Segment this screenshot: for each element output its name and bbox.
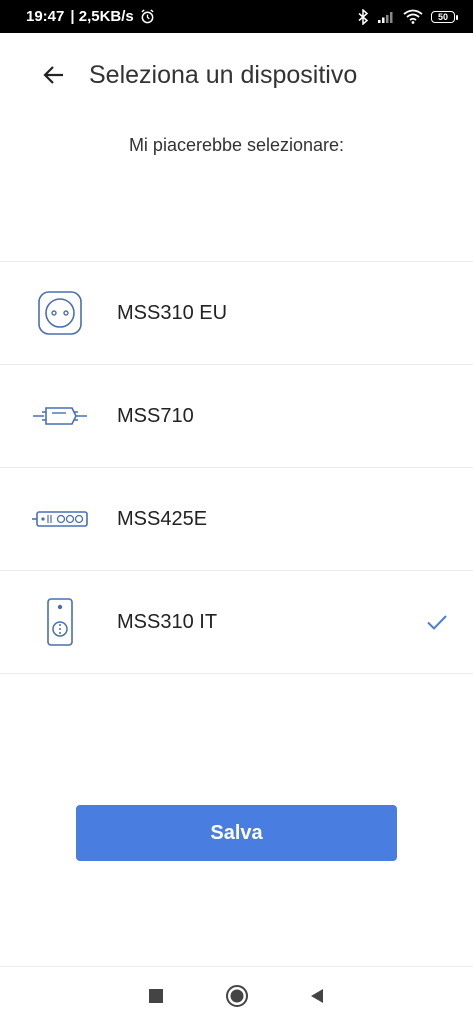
eu-plug-icon	[30, 288, 90, 338]
subtitle: Mi piacerebbe selezionare:	[128, 135, 345, 155]
home-button[interactable]	[222, 981, 252, 1011]
device-list: MSS310 EU MSS710 MSS425E MSS310 IT	[0, 261, 473, 674]
inline-switch-icon	[30, 391, 90, 441]
status-time: 19:47	[26, 8, 65, 25]
device-label: MSS425E	[117, 507, 208, 530]
device-row-mss710[interactable]: MSS710	[0, 365, 473, 468]
arrow-back-icon	[43, 66, 63, 84]
recents-button[interactable]	[141, 981, 171, 1011]
device-row-mss310-eu[interactable]: MSS310 EU	[0, 262, 473, 365]
device-row-mss310-it[interactable]: MSS310 IT	[0, 571, 473, 674]
circle-icon	[225, 984, 248, 1007]
bluetooth-icon	[358, 8, 369, 25]
device-label: MSS310 EU	[117, 301, 228, 324]
wifi-icon	[403, 9, 423, 24]
device-label: MSS710	[117, 404, 194, 427]
alarm-icon	[141, 9, 154, 24]
device-label: MSS310 IT	[117, 610, 218, 633]
status-right: 50	[358, 8, 458, 25]
it-plug-icon	[30, 597, 90, 647]
page-title: Seleziona un dispositivo	[89, 60, 358, 89]
status-bar: 19:47 | 2,5KB/s 50	[0, 0, 473, 33]
status-left: 19:47 | 2,5KB/s	[26, 8, 155, 25]
signal-icon	[378, 11, 393, 23]
back-nav-button[interactable]	[302, 981, 332, 1011]
save-button[interactable]: Salva	[76, 805, 397, 861]
device-row-mss425e[interactable]: MSS425E	[0, 468, 473, 571]
power-strip-icon	[30, 494, 90, 544]
back-button[interactable]	[36, 57, 72, 93]
square-icon	[148, 988, 163, 1003]
battery-indicator: 50	[431, 10, 458, 23]
status-speed: | 2,5KB/s	[70, 8, 134, 25]
system-nav-bar	[0, 966, 473, 1024]
checkmark-icon	[427, 615, 447, 630]
header: Seleziona un dispositivo	[0, 33, 473, 117]
triangle-back-icon	[311, 988, 324, 1003]
